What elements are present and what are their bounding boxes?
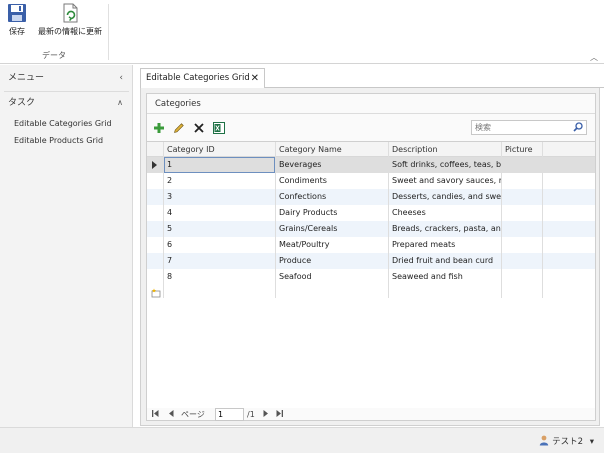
grid-header: Category ID Category Name Description Pi… [147,142,595,157]
ribbon: 保存 最新の情報に更新 データ ︿ [0,0,604,64]
page-number-input[interactable] [215,408,244,421]
table-row[interactable]: 2 Condiments Sweet and savory sauces, re… [147,173,595,189]
sidebar: メニュー ‹ タスク ∧ Editable Categories Grid Ed… [0,65,133,427]
panel-title-divider [147,113,595,114]
chevron-up-icon[interactable]: ∧ [117,92,123,114]
current-row-indicator-icon [152,161,157,169]
user-name: テスト2 [552,437,584,447]
page-total: /1 [247,410,255,419]
search-icon[interactable] [573,122,583,132]
cell-description[interactable]: Cheeses [389,205,501,221]
nav-tasks-label: タスク [8,98,36,108]
last-page-icon[interactable] [275,408,284,421]
previous-page-icon[interactable] [167,408,176,421]
page-label: ページ [181,410,205,419]
column-header-description[interactable]: Description [389,142,501,157]
column-divider [501,142,502,298]
sidebar-item-editable-categories-grid[interactable]: Editable Categories Grid [14,119,112,128]
chevron-left-icon[interactable]: ‹ [119,67,123,89]
save-button[interactable]: 保存 [4,3,30,38]
tab-title: Editable Categories Grid [146,73,250,83]
export-excel-icon[interactable] [213,122,225,134]
new-item-row[interactable] [147,285,595,301]
column-header-picture[interactable]: Picture [502,142,542,157]
table-row[interactable]: 7 Produce Dried fruit and bean curd [147,253,595,269]
edit-icon[interactable] [173,122,185,134]
table-row[interactable]: 1 Beverages Soft drinks, coffees, teas, … [147,157,595,173]
refresh-label: 最新の情報に更新 [38,27,102,36]
cell-category-id[interactable]: 1 [164,157,275,173]
table-row[interactable]: 8 Seafood Seaweed and fish [147,269,595,285]
column-divider [542,142,543,298]
column-divider [163,142,164,298]
user-menu[interactable]: テスト2 ▾ [539,435,594,447]
table-row[interactable]: 4 Dairy Products Cheeses [147,205,595,221]
cell-category-id[interactable]: 2 [164,173,275,189]
table-row[interactable]: 5 Grains/Cereals Breads, crackers, pasta… [147,221,595,237]
cell-category-name[interactable]: Produce [276,253,388,269]
ribbon-divider [108,4,109,60]
cell-category-name[interactable]: Dairy Products [276,205,388,221]
cell-category-id[interactable]: 4 [164,205,275,221]
cell-category-name[interactable]: Beverages [276,157,388,173]
cell-category-id[interactable]: 6 [164,237,275,253]
tab-editable-categories-grid[interactable]: Editable Categories Grid ✕ [140,68,265,89]
nav-menu-header[interactable]: メニュー ‹ [0,67,133,89]
cell-description[interactable]: Sweet and savory sauces, relis [389,173,501,189]
sidebar-item-editable-products-grid[interactable]: Editable Products Grid [14,136,103,145]
cell-category-name[interactable]: Confections [276,189,388,205]
chevron-down-icon[interactable]: ▾ [590,437,594,447]
search-box [471,120,587,135]
save-label: 保存 [9,27,25,36]
new-row-icon[interactable] [151,288,161,298]
ribbon-group-label: データ [42,51,66,60]
panel-title: Categories [155,99,201,109]
refresh-icon [60,3,80,23]
cell-category-name[interactable]: Meat/Poultry [276,237,388,253]
search-input[interactable] [472,121,570,134]
status-bar: テスト2 ▾ [0,427,604,453]
close-icon[interactable]: ✕ [251,69,259,88]
cell-category-id[interactable]: 5 [164,221,275,237]
column-header-category-id[interactable]: Category ID [164,142,275,157]
save-icon [7,3,27,23]
add-icon[interactable] [153,122,165,134]
first-page-icon[interactable] [151,408,160,421]
main-panel: Categories Category ID Category Name D [140,88,600,426]
column-divider [388,142,389,298]
cell-description[interactable]: Seaweed and fish [389,269,501,285]
table-row[interactable]: 6 Meat/Poultry Prepared meats [147,237,595,253]
categories-card: Categories Category ID Category Name D [146,93,596,421]
cell-category-id[interactable]: 3 [164,189,275,205]
ribbon-collapse-icon[interactable]: ︿ [590,52,598,63]
cell-category-name[interactable]: Condiments [276,173,388,189]
tab-strip: Editable Categories Grid ✕ [140,68,604,89]
next-page-icon[interactable] [261,408,270,421]
refresh-button[interactable]: 最新の情報に更新 [36,3,104,38]
column-divider [275,142,276,298]
cell-description[interactable]: Desserts, candies, and sweet b [389,189,501,205]
cell-category-name[interactable]: Grains/Cereals [276,221,388,237]
cell-description[interactable]: Dried fruit and bean curd [389,253,501,269]
column-header-category-name[interactable]: Category Name [276,142,388,157]
cell-category-id[interactable]: 7 [164,253,275,269]
nav-menu-label: メニュー [8,73,45,83]
nav-tasks-header[interactable]: タスク ∧ [0,92,133,114]
table-row[interactable]: 3 Confections Desserts, candies, and swe… [147,189,595,205]
cell-description[interactable]: Breads, crackers, pasta, and ce [389,221,501,237]
cell-description[interactable]: Prepared meats [389,237,501,253]
cell-category-name[interactable]: Seafood [276,269,388,285]
delete-icon[interactable] [193,122,205,134]
pager: ページ /1 [147,408,595,421]
cell-category-id[interactable]: 8 [164,269,275,285]
cell-description[interactable]: Soft drinks, coffees, teas, beer [389,157,501,173]
user-icon [539,435,552,447]
categories-grid: Category ID Category Name Description Pi… [147,141,595,408]
